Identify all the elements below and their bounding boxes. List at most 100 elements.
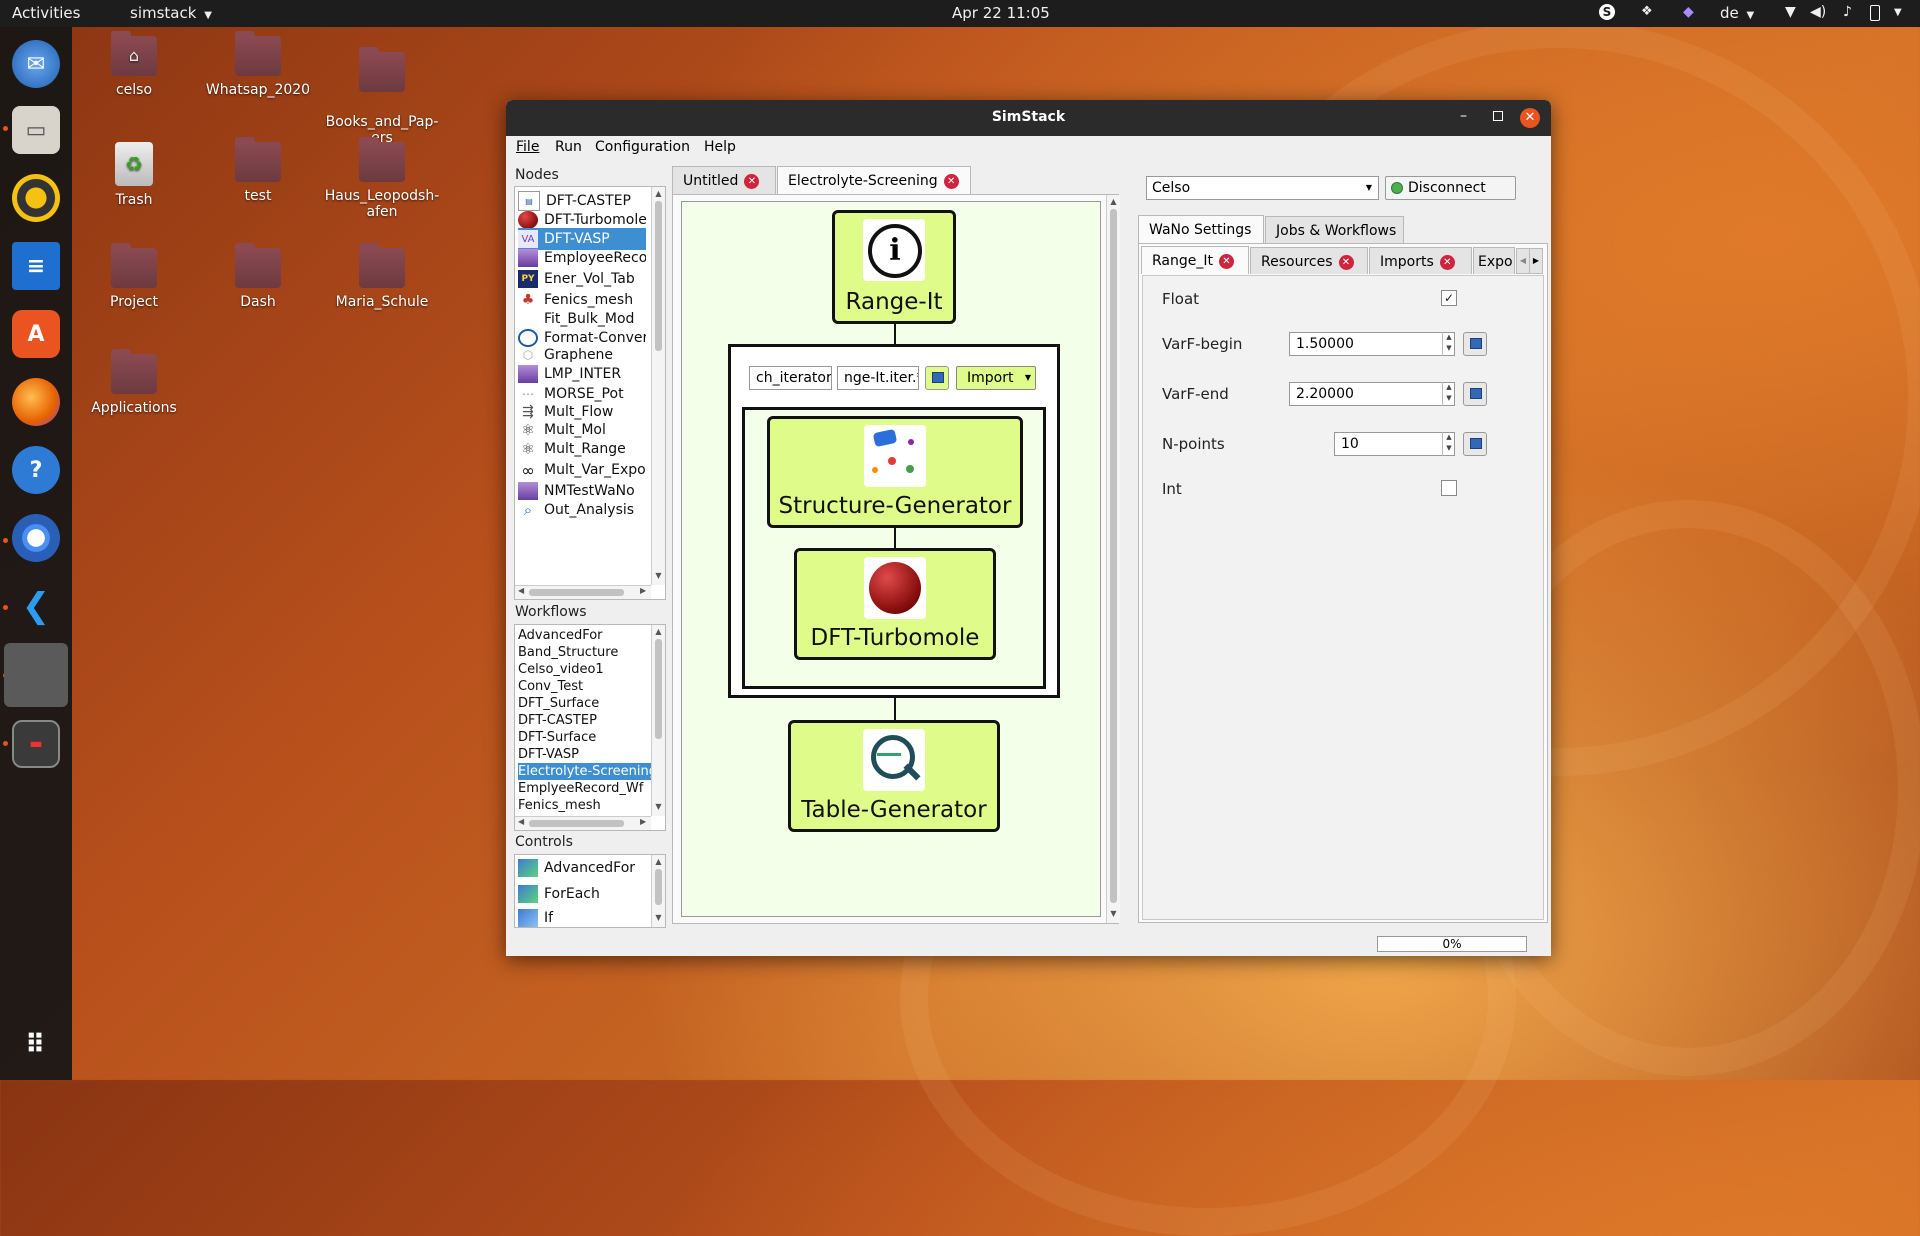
node-item[interactable]: ∞ Mult_Var_Expo <box>518 459 646 481</box>
battery-icon[interactable] <box>1870 5 1880 21</box>
workflow-item[interactable]: DFT-VASP <box>518 746 651 763</box>
scrollbar-thumb[interactable] <box>1110 209 1117 903</box>
scrollbar-thumb[interactable] <box>655 639 662 739</box>
npoints-input[interactable]: 10 <box>1334 432 1455 456</box>
desktop-folder-celso[interactable]: ⌂ celso <box>75 31 193 98</box>
scroll-down-icon[interactable]: ▼ <box>652 913 665 922</box>
workflows-vertical-scrollbar[interactable]: ▲ ▼ <box>651 625 665 816</box>
workflow-item[interactable]: Fenics_mesh <box>518 797 651 814</box>
int-checkbox[interactable] <box>1441 480 1457 496</box>
node-item[interactable]: EmployeeRecord <box>518 247 646 269</box>
scroll-right-icon[interactable]: ▶ <box>640 586 646 595</box>
power-menu-chevron-icon[interactable]: ▼ <box>1894 7 1902 18</box>
iterator-name-field[interactable]: ch_iterator <box>749 366 832 390</box>
workflow-item[interactable]: Electrolyte-Screening <box>518 763 651 780</box>
scroll-left-icon[interactable]: ◀ <box>518 817 524 826</box>
workflow-item[interactable]: DFT-CASTEP <box>518 712 651 729</box>
node-item[interactable]: PY Ener_Vol_Tab <box>518 268 646 290</box>
wano-range-it[interactable]: i Range-It <box>832 210 956 324</box>
scroll-down-icon[interactable]: ▼ <box>652 802 665 811</box>
subtab-range-it[interactable]: Range_It ✕ <box>1141 246 1249 274</box>
desktop-folder-dash[interactable]: Dash <box>199 243 317 310</box>
close-icon[interactable]: ✕ <box>1520 108 1540 128</box>
workflow-item[interactable]: DFT-Surface <box>518 729 651 746</box>
wano-table-generator[interactable]: Table-Generator <box>788 720 1000 832</box>
workflow-item[interactable]: Conv_Test <box>518 678 651 695</box>
server-select[interactable]: Celso ▼ <box>1146 176 1379 200</box>
wifi-icon[interactable]: ▼ <box>1785 4 1796 20</box>
import-button[interactable]: Import ▼ <box>956 366 1036 390</box>
nodes-vertical-scrollbar[interactable]: ▲ ▼ <box>651 187 665 585</box>
float-checkbox[interactable]: ✓ <box>1441 290 1457 306</box>
minimize-icon[interactable]: – <box>1460 108 1467 124</box>
subtab-resources[interactable]: Resources ✕ <box>1250 247 1368 274</box>
scroll-up-icon[interactable]: ▲ <box>652 627 665 636</box>
tab-scroll-right-icon[interactable]: ▶ <box>1529 248 1543 274</box>
workflows-list[interactable]: AdvancedFor Band_Structure Celso_video1 Con… <box>514 624 666 831</box>
control-item[interactable]: If <box>518 907 646 927</box>
menu-run[interactable]: Run <box>555 139 582 155</box>
npoints-picker-button[interactable] <box>1463 432 1487 456</box>
desktop-folder-applications[interactable]: Applications <box>75 349 193 416</box>
dropbox-icon[interactable]: ❖ <box>1641 4 1653 19</box>
desktop-folder-test[interactable]: test <box>199 137 317 204</box>
subtab-expo[interactable]: Expo <box>1473 247 1515 274</box>
help-icon[interactable]: ? <box>12 446 60 494</box>
app-menu[interactable]: simstack ▼ <box>130 4 212 22</box>
close-tab-icon[interactable]: ✕ <box>1439 254 1455 270</box>
desktop-trash[interactable]: ♻ Trash <box>75 142 193 208</box>
menu-help[interactable]: Help <box>704 139 736 155</box>
scroll-down-icon[interactable]: ▼ <box>652 571 665 580</box>
rhythmbox-icon[interactable] <box>12 174 60 222</box>
scrollbar-thumb[interactable] <box>529 820 624 827</box>
desktop-folder-project[interactable]: Project <box>75 243 193 310</box>
terminal-icon[interactable]: ▬ <box>12 720 60 768</box>
varf-begin-picker-button[interactable] <box>1463 332 1487 356</box>
tab-jobs-workflows[interactable]: Jobs & Workflows <box>1265 216 1404 243</box>
close-tab-icon[interactable]: ✕ <box>1338 254 1354 270</box>
controls-vertical-scrollbar[interactable]: ▲ ▼ <box>651 855 665 927</box>
software-center-icon[interactable]: A <box>12 310 60 358</box>
npoints-stepper[interactable]: ▲ ▼ <box>1442 432 1455 456</box>
close-tab-icon[interactable]: ✕ <box>744 173 760 189</box>
simstack-icon[interactable] <box>4 643 68 707</box>
controls-list[interactable]: AdvancedFor ForEach If ▲ ▼ <box>514 854 666 928</box>
maximize-icon[interactable] <box>1493 111 1503 121</box>
variable-picker-button[interactable] <box>925 366 949 390</box>
iterator-value-field[interactable]: nge-It.iter.* <box>837 366 919 390</box>
varf-end-stepper[interactable]: ▲ ▼ <box>1442 382 1455 406</box>
skype-icon[interactable]: S <box>1599 4 1615 20</box>
scroll-up-icon[interactable]: ▲ <box>652 189 665 198</box>
activities-button[interactable]: Activities <box>12 4 80 22</box>
files-icon[interactable]: ▭ <box>12 106 60 154</box>
wano-dft-turbomole[interactable]: DFT-Turbomole <box>794 548 996 660</box>
scrollbar-thumb[interactable] <box>655 201 662 351</box>
nodes-horizontal-scrollbar[interactable]: ◀ ▶ <box>515 585 651 599</box>
microphone-icon[interactable]: ♪ <box>1843 4 1852 20</box>
workflow-item[interactable]: Celso_video1 <box>518 661 651 678</box>
menu-configuration[interactable]: Configuration <box>595 139 690 155</box>
node-item[interactable]: ⌕ Out_Analysis <box>518 499 646 521</box>
control-item[interactable]: ForEach <box>518 883 646 905</box>
window-titlebar[interactable]: SimStack – ✕ <box>506 100 1551 136</box>
desktop-folder-whatsap[interactable]: Whatsap_2020 <box>199 31 317 98</box>
scroll-up-icon[interactable]: ▲ <box>1107 197 1120 206</box>
menu-file[interactable]: File <box>516 139 539 155</box>
teams-icon[interactable]: ◆ <box>1683 4 1694 20</box>
chromium-icon[interactable] <box>12 514 60 562</box>
scrollbar-thumb[interactable] <box>655 869 662 905</box>
canvas-vertical-scrollbar[interactable]: ▲ ▼ <box>1106 195 1120 923</box>
firefox-icon[interactable] <box>12 378 60 426</box>
nodes-list[interactable]: ▤ DFT-CASTEP DFT-Turbomole VA DFT-VASP Employ… <box>514 186 666 600</box>
tab-scroll-left-icon[interactable]: ◀ <box>1516 248 1530 274</box>
varf-begin-stepper[interactable]: ▲ ▼ <box>1442 332 1455 356</box>
desktop-folder-maria[interactable]: Maria_Schule <box>323 243 441 310</box>
workflow-item[interactable]: DFT_Surface <box>518 695 651 712</box>
node-item[interactable]: ⚛ Mult_Range <box>518 438 646 460</box>
volume-icon[interactable]: ◀) <box>1810 4 1826 20</box>
scroll-right-icon[interactable]: ▶ <box>640 817 646 826</box>
desktop-folder-haus[interactable]: Haus_Leopodsh- afen <box>323 137 441 220</box>
tab-untitled[interactable]: Untitled ✕ <box>672 166 776 194</box>
workflow-item[interactable]: Band_Structure <box>518 644 651 661</box>
varf-end-picker-button[interactable] <box>1463 382 1487 406</box>
